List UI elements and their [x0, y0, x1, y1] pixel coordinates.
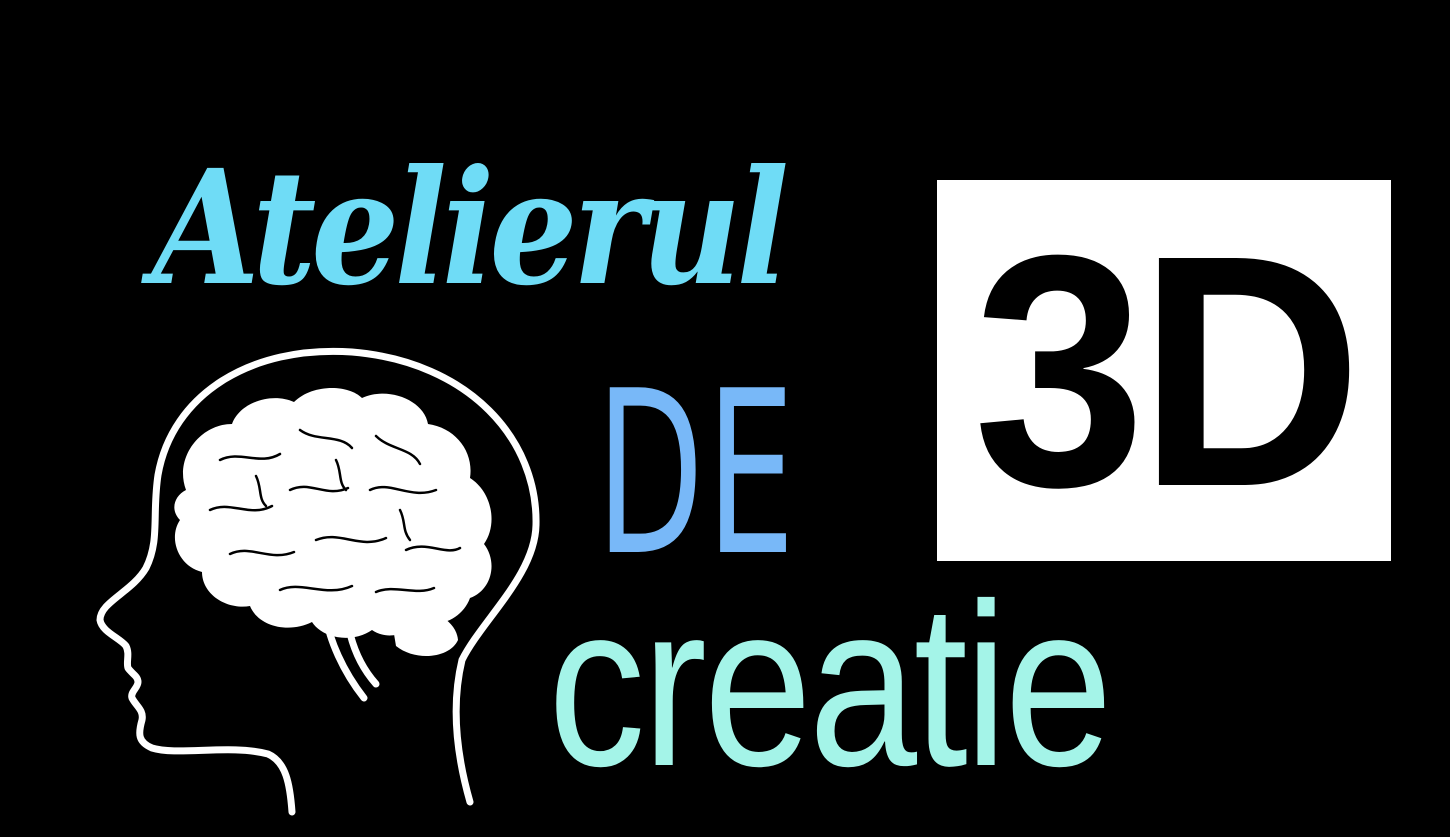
logo-3d-badge: 3D	[937, 180, 1391, 561]
head-with-brain-icon	[96, 347, 540, 816]
logo-3d-text: 3D	[973, 185, 1362, 555]
logo-word-atelierul: Atelierul	[152, 136, 789, 321]
brain-shape	[174, 387, 492, 638]
logo-canvas: Atelierul DE creatie 3D	[0, 0, 1450, 837]
logo-word-de: DE	[596, 343, 798, 606]
logo-word-creatie: creatie	[548, 556, 1113, 815]
